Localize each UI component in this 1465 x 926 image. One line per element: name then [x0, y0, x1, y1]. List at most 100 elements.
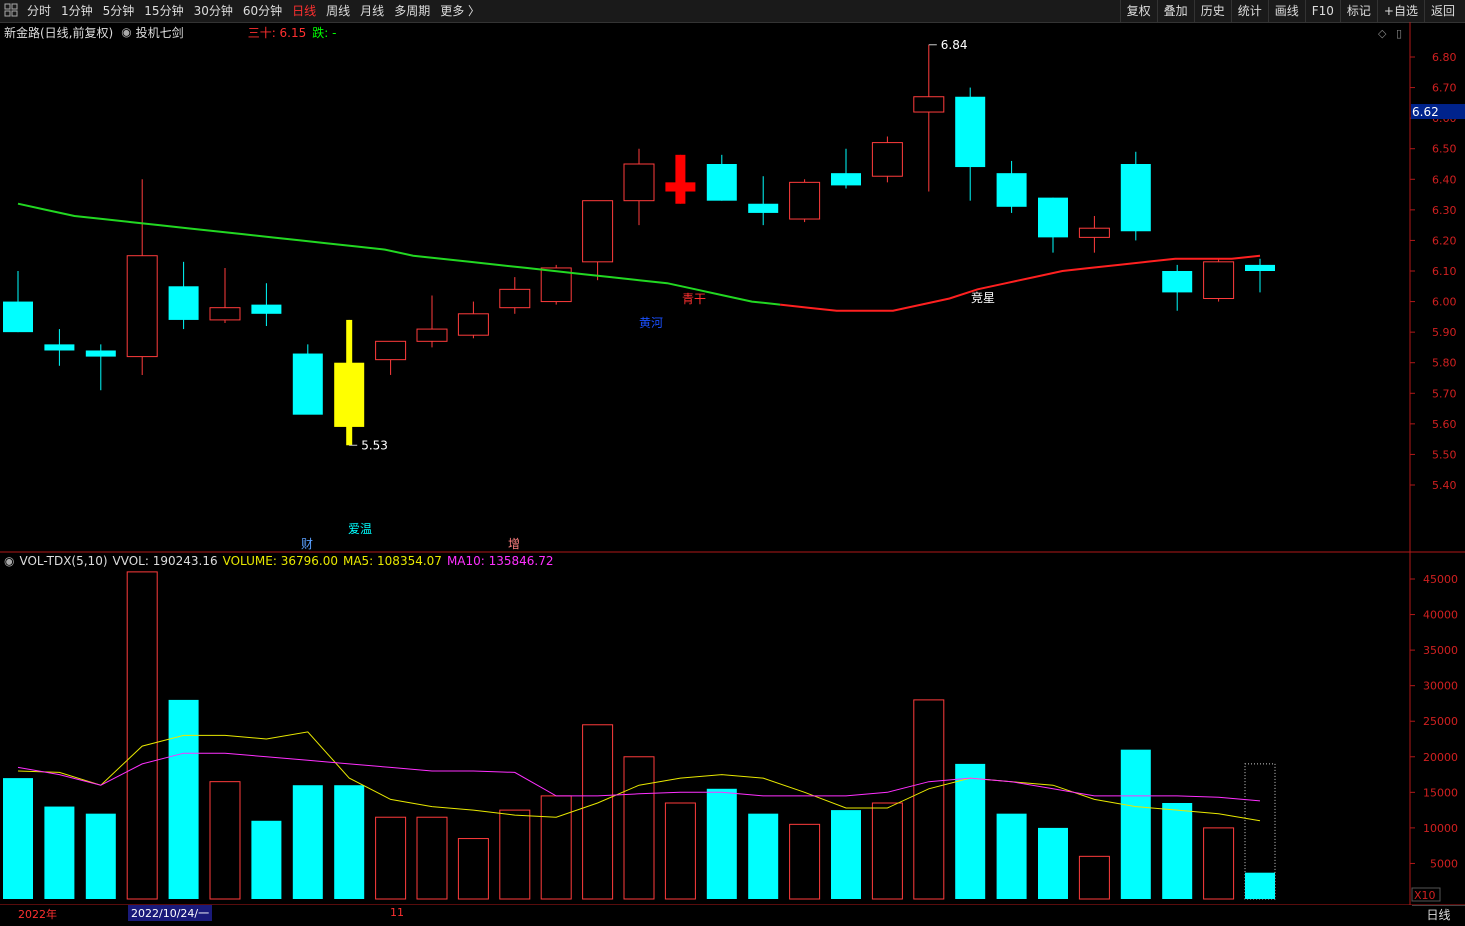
tool-button-1[interactable]: 叠加: [1156, 0, 1194, 22]
candle-body[interactable]: [1120, 164, 1151, 232]
volume-bar[interactable]: [457, 838, 489, 900]
tab-period-8[interactable]: 月线: [355, 0, 389, 22]
volume-bar[interactable]: [1120, 749, 1151, 899]
volume-bar[interactable]: [44, 806, 75, 899]
volume-tick-label: 30000: [1423, 680, 1458, 693]
tool-button-3[interactable]: 统计: [1230, 0, 1268, 22]
candle-body[interactable]: [1038, 197, 1068, 238]
volume-bar[interactable]: [913, 699, 945, 900]
candle-body[interactable]: [1078, 227, 1110, 238]
tab-period-9[interactable]: 多周期: [389, 0, 435, 22]
candle-body[interactable]: [457, 313, 489, 336]
volume-bar[interactable]: [831, 810, 861, 899]
volume-tick-label: 40000: [1423, 609, 1458, 622]
volume-bar[interactable]: [1203, 827, 1235, 900]
candle-body[interactable]: [1162, 271, 1193, 293]
candle-body[interactable]: [292, 353, 323, 415]
tab-period-6[interactable]: 日线: [287, 0, 321, 22]
candle-body[interactable]: [209, 307, 241, 321]
candle-body[interactable]: [251, 304, 282, 314]
tool-button-4[interactable]: 画线: [1267, 0, 1305, 22]
volume-bar[interactable]: [996, 813, 1027, 899]
candle-body[interactable]: [416, 328, 448, 342]
grid-menu-icon[interactable]: [4, 3, 18, 17]
tab-period-0[interactable]: 分时: [22, 0, 56, 22]
candle-body[interactable]: [871, 142, 903, 177]
volume-bar[interactable]: [416, 816, 448, 900]
kline-chart[interactable]: 6.806.706.606.506.406.306.206.106.005.90…: [0, 22, 1465, 905]
tool-button-0[interactable]: 复权: [1119, 0, 1157, 22]
volume-bar[interactable]: [334, 785, 365, 899]
tool-buttons: 复权 叠加 历史 统计 画线 F10 标记 +自选 返回: [1119, 0, 1461, 22]
candle-body[interactable]: [375, 340, 407, 361]
tab-period-7[interactable]: 周线: [321, 0, 355, 22]
volume-bar[interactable]: [748, 813, 779, 899]
volume-bar[interactable]: [871, 802, 903, 900]
candle-body[interactable]: [44, 344, 75, 351]
candle-body[interactable]: [831, 173, 861, 186]
volume-bar[interactable]: [623, 756, 655, 900]
tool-button-6[interactable]: 标记: [1339, 0, 1377, 22]
price-tick-label: 5.70: [1432, 387, 1457, 400]
candle-body[interactable]: [706, 164, 737, 201]
candle-body[interactable]: [3, 301, 33, 333]
volume-tick-label: 10000: [1423, 822, 1458, 835]
volume-bar[interactable]: [292, 785, 323, 899]
volume-bar[interactable]: [789, 823, 821, 900]
tab-period-2[interactable]: 5分钟: [98, 0, 140, 22]
volume-bar[interactable]: [664, 802, 696, 900]
tab-period-4[interactable]: 30分钟: [189, 0, 238, 22]
candle-body[interactable]: [748, 203, 779, 213]
tab-period-1[interactable]: 1分钟: [56, 0, 98, 22]
price-tick-label: 6.50: [1432, 143, 1457, 156]
tag-blue: 黄河: [639, 316, 663, 330]
volume-bar[interactable]: [1162, 803, 1193, 899]
volume-bar[interactable]: [3, 778, 33, 899]
candle-body[interactable]: [499, 288, 531, 309]
candle-body[interactable]: [789, 181, 821, 220]
volume-tick-label: 15000: [1423, 786, 1458, 799]
candle-body[interactable]: [126, 255, 158, 358]
tab-period-5[interactable]: 60分钟: [238, 0, 287, 22]
volume-bar[interactable]: [1245, 872, 1275, 899]
cursor-date: 2022/10/24/一: [128, 905, 213, 921]
volume-bar[interactable]: [209, 781, 241, 900]
volume-bar[interactable]: [1038, 827, 1068, 899]
candle-body[interactable]: [168, 286, 199, 320]
candle-wick-thick: [675, 154, 686, 204]
volume-bar[interactable]: [582, 724, 614, 900]
volume-bar[interactable]: [85, 813, 116, 899]
volume-bar[interactable]: [1078, 855, 1110, 900]
candle-body[interactable]: [85, 350, 116, 357]
candle-body[interactable]: [665, 182, 696, 192]
tool-button-7[interactable]: +自选: [1376, 0, 1424, 22]
candle-body[interactable]: [996, 173, 1027, 207]
volume-bar[interactable]: [706, 788, 737, 899]
tag-ai: 爱温: [348, 522, 372, 536]
volume-bar[interactable]: [126, 571, 158, 900]
volume-bar[interactable]: [540, 795, 572, 900]
tab-period-3[interactable]: 15分钟: [139, 0, 188, 22]
price-tick-label: 6.40: [1432, 173, 1457, 186]
tab-period-10[interactable]: 更多 〉: [435, 0, 485, 22]
candle-body[interactable]: [1203, 261, 1235, 300]
tool-button-2[interactable]: 历史: [1193, 0, 1231, 22]
candle-body[interactable]: [582, 200, 614, 263]
period-indicator[interactable]: 日线: [1412, 905, 1465, 926]
price-tick-label: 6.10: [1432, 265, 1457, 278]
price-tick-label: 5.60: [1432, 418, 1457, 431]
price-tick-label: 6.00: [1432, 296, 1457, 309]
volume-bar[interactable]: [955, 763, 986, 899]
candle-body[interactable]: [1245, 264, 1275, 271]
candle-body[interactable]: [623, 163, 655, 202]
candle-body[interactable]: [913, 96, 945, 113]
volume-bar[interactable]: [251, 820, 282, 899]
candle-body[interactable]: [955, 96, 986, 168]
candle-body[interactable]: [334, 362, 365, 427]
month-label: 11: [390, 906, 404, 919]
volume-bar[interactable]: [499, 809, 531, 900]
volume-bar[interactable]: [168, 699, 199, 899]
tool-button-5[interactable]: F10: [1304, 0, 1340, 22]
volume-bar[interactable]: [375, 816, 407, 900]
tool-button-8[interactable]: 返回: [1423, 0, 1461, 22]
